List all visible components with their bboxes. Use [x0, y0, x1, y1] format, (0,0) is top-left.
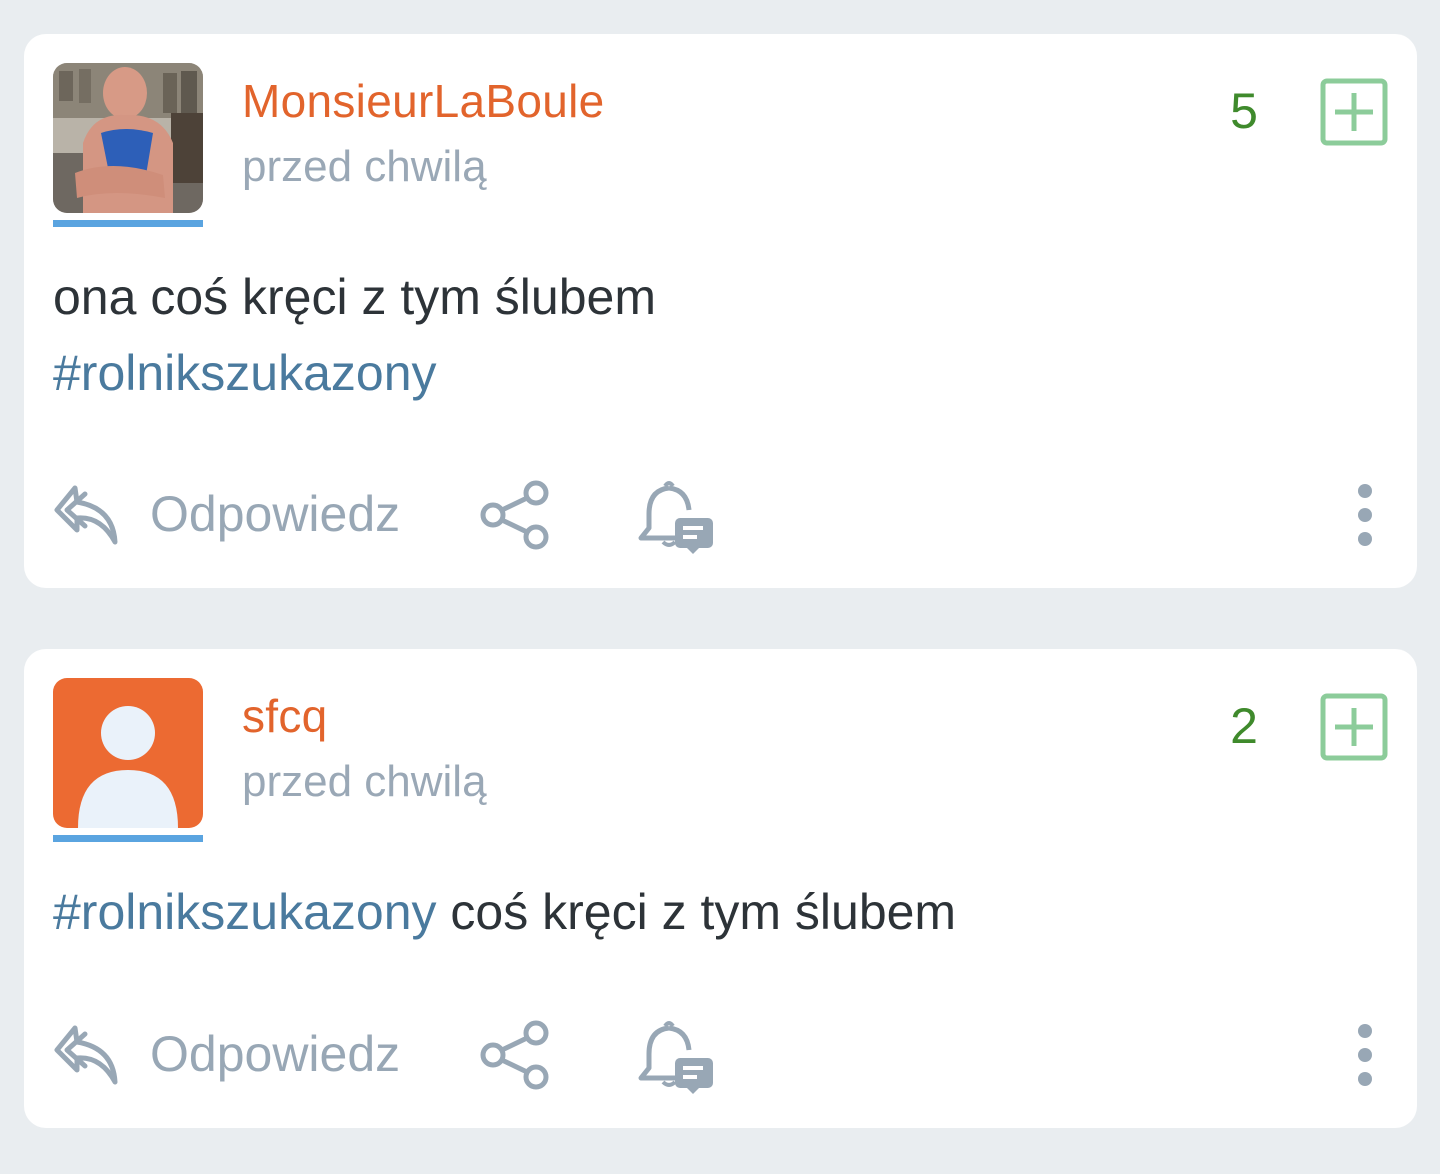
reply-button[interactable]: Odpowiedz — [53, 474, 400, 554]
comment-body: ona coś kręci z tym ślubem #rolnikszukaz… — [53, 259, 656, 411]
post-time[interactable]: przed chwilą — [242, 757, 487, 807]
post-time[interactable]: przed chwilą — [242, 142, 487, 192]
author-name[interactable]: MonsieurLaBoule — [242, 74, 605, 128]
hashtag-link[interactable]: #rolnikszukazony — [53, 884, 437, 940]
reply-icon — [54, 485, 118, 545]
plus-vote-icon[interactable] — [1320, 693, 1388, 761]
comment-card: sfcq przed chwilą 2 #rolnikszukazony coś… — [24, 649, 1417, 1128]
share-icon[interactable] — [477, 1018, 555, 1096]
default-user-avatar-icon — [53, 678, 203, 828]
reply-label: Odpowiedz — [150, 486, 401, 542]
notification-bell-icon[interactable] — [635, 1016, 715, 1096]
avatar-status-bar — [53, 220, 203, 227]
user-photo-avatar — [53, 63, 203, 213]
author-name[interactable]: sfcq — [242, 689, 328, 743]
comment-card: MonsieurLaBoule przed chwilą 5 ona coś k… — [24, 34, 1417, 588]
hashtag-link[interactable]: #rolnikszukazony — [53, 335, 656, 411]
comment-text: ona coś kręci z tym ślubem — [53, 269, 656, 325]
reply-button[interactable]: Odpowiedz — [53, 1014, 400, 1094]
avatar[interactable] — [53, 678, 203, 842]
comment-actions: Odpowiedz — [53, 1014, 1388, 1094]
more-options-icon[interactable] — [1350, 482, 1380, 548]
comment-text: coś kręci z tym ślubem — [436, 884, 957, 940]
reply-icon — [54, 1025, 118, 1085]
notification-bell-icon[interactable] — [635, 476, 715, 556]
vote-count: 5 — [1230, 83, 1258, 139]
comment-actions: Odpowiedz — [53, 474, 1388, 554]
reply-label: Odpowiedz — [150, 1026, 401, 1082]
plus-vote-icon[interactable] — [1320, 78, 1388, 146]
avatar[interactable] — [53, 63, 203, 227]
comment-body: #rolnikszukazony coś kręci z tym ślubem — [53, 874, 956, 950]
more-options-icon[interactable] — [1350, 1022, 1380, 1088]
vote-count: 2 — [1230, 698, 1258, 754]
share-icon[interactable] — [477, 478, 555, 556]
avatar-status-bar — [53, 835, 203, 842]
